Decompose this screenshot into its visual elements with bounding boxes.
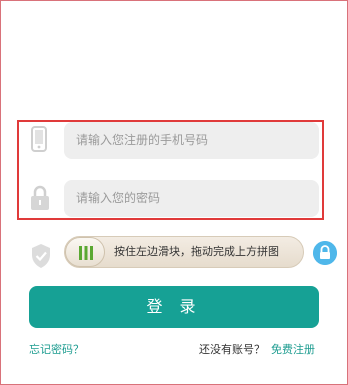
shield-icon	[32, 244, 50, 268]
lock-icon	[31, 185, 49, 210]
slider-hint-text: 按住左边滑块，拖动完成上方拼图	[114, 245, 279, 258]
lock-icon[interactable]	[313, 241, 337, 265]
forgot-password-link[interactable]: 忘记密码？	[29, 341, 84, 357]
password-input[interactable]: 请输入您的密码	[64, 180, 319, 217]
free-register-link[interactable]: 免费注册	[271, 341, 315, 357]
slider-handle[interactable]	[65, 237, 105, 267]
phone-icon	[31, 126, 47, 152]
phone-input[interactable]: 请输入您注册的手机号码	[64, 122, 319, 159]
grip-icon	[79, 246, 93, 260]
login-button[interactable]: 登 录	[29, 286, 319, 328]
no-account-text: 还没有账号？	[199, 343, 265, 356]
